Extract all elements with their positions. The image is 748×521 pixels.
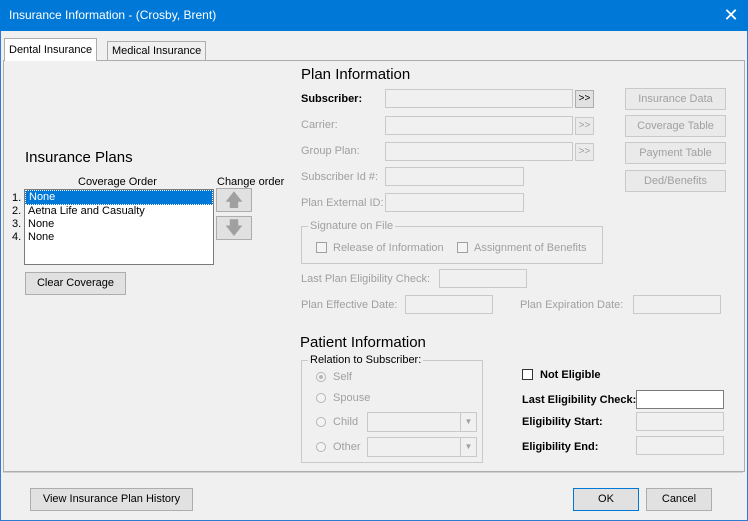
other-select[interactable]: ▼	[367, 437, 477, 457]
plan-effective-date-label: Plan Effective Date:	[301, 299, 398, 311]
clear-coverage-button[interactable]: Clear Coverage	[25, 272, 126, 295]
child-label: Child	[333, 416, 359, 428]
insurance-data-button[interactable]: Insurance Data	[625, 88, 726, 110]
chevron-down-icon: ▼	[460, 438, 476, 456]
move-down-button[interactable]: 🡇	[216, 216, 252, 240]
subscriber-label: Subscriber:	[301, 93, 363, 105]
order-number: 2.	[12, 205, 22, 217]
plan-effective-date-field[interactable]	[405, 295, 493, 314]
self-label: Self	[333, 371, 352, 383]
subscriber-browse-button[interactable]: >>	[575, 90, 594, 108]
signature-on-file-title: Signature on File	[308, 220, 396, 232]
move-up-button[interactable]: 🡅	[216, 188, 252, 212]
ok-button[interactable]: OK	[573, 488, 639, 511]
insurance-plans-heading: Insurance Plans	[25, 149, 133, 166]
last-plan-eligibility-label: Last Plan Eligibility Check:	[301, 273, 431, 285]
tab-dental-insurance[interactable]: Dental Insurance	[4, 38, 98, 61]
release-of-information-checkbox[interactable]	[316, 242, 327, 253]
other-label: Other	[333, 441, 361, 453]
list-item[interactable]: None	[25, 231, 213, 244]
order-number: 3.	[12, 218, 22, 230]
last-eligibility-check-label: Last Eligibility Check:	[522, 394, 637, 406]
eligibility-end-field[interactable]	[636, 436, 724, 455]
carrier-field[interactable]	[385, 116, 573, 135]
plan-external-id-label: Plan External ID:	[301, 197, 384, 209]
other-radio[interactable]	[316, 442, 326, 452]
cancel-button[interactable]: Cancel	[646, 488, 712, 511]
window-title: Insurance Information - (Crosby, Brent)	[9, 8, 217, 22]
spouse-radio[interactable]	[316, 393, 326, 403]
coverage-table-button[interactable]: Coverage Table	[625, 115, 726, 137]
arrow-up-icon: 🡅	[224, 190, 244, 210]
not-eligible-label: Not Eligible	[540, 369, 601, 381]
list-item[interactable]: None	[25, 218, 213, 231]
footer-separator	[3, 472, 743, 473]
release-of-information-label: Release of Information	[333, 242, 444, 254]
close-icon[interactable]: ✕	[720, 4, 742, 26]
plan-information-heading: Plan Information	[301, 66, 411, 83]
child-radio[interactable]	[316, 417, 326, 427]
plan-expiration-date-label: Plan Expiration Date:	[520, 299, 624, 311]
title-bar: Insurance Information - (Crosby, Brent) …	[0, 0, 748, 31]
plan-external-id-field[interactable]	[385, 193, 524, 212]
group-plan-label: Group Plan:	[301, 145, 360, 157]
eligibility-end-label: Eligibility End:	[522, 441, 599, 453]
coverage-order-label: Coverage Order	[78, 176, 157, 188]
ded-benefits-button[interactable]: Ded/Benefits	[625, 170, 726, 192]
assignment-of-benefits-label: Assignment of Benefits	[474, 242, 587, 254]
payment-table-button[interactable]: Payment Table	[625, 142, 726, 164]
eligibility-start-label: Eligibility Start:	[522, 416, 603, 428]
patient-information-heading: Patient Information	[300, 334, 426, 351]
subscriber-id-field[interactable]	[385, 167, 524, 186]
list-item[interactable]: None	[25, 190, 213, 205]
subscriber-field[interactable]	[385, 89, 573, 108]
group-plan-browse-button[interactable]: >>	[575, 143, 594, 161]
last-plan-eligibility-field[interactable]	[439, 269, 527, 288]
order-number: 1.	[12, 192, 22, 204]
last-eligibility-check-field[interactable]	[636, 390, 724, 409]
coverage-order-numbers: 1. 2. 3. 4.	[12, 192, 21, 244]
not-eligible-checkbox[interactable]	[522, 369, 533, 380]
carrier-browse-button[interactable]: >>	[575, 117, 594, 135]
arrow-down-icon: 🡇	[224, 218, 244, 238]
coverage-order-list[interactable]: None Aetna Life and Casualty None None	[24, 189, 214, 265]
plan-expiration-date-field[interactable]	[633, 295, 721, 314]
spouse-label: Spouse	[333, 392, 371, 404]
child-select[interactable]: ▼	[367, 412, 477, 432]
relation-to-subscriber-title: Relation to Subscriber:	[308, 354, 424, 366]
carrier-label: Carrier:	[301, 119, 338, 131]
list-item[interactable]: Aetna Life and Casualty	[25, 205, 213, 218]
eligibility-start-field[interactable]	[636, 412, 724, 431]
change-order-label: Change order	[217, 176, 285, 188]
self-radio[interactable]	[316, 372, 326, 382]
group-plan-field[interactable]	[385, 142, 573, 161]
order-number: 4.	[12, 231, 22, 243]
chevron-down-icon: ▼	[460, 413, 476, 431]
subscriber-id-label: Subscriber Id #:	[301, 171, 379, 183]
assignment-of-benefits-checkbox[interactable]	[457, 242, 468, 253]
tab-medical-insurance[interactable]: Medical Insurance	[107, 41, 207, 60]
view-insurance-plan-history-button[interactable]: View Insurance Plan History	[30, 488, 193, 511]
